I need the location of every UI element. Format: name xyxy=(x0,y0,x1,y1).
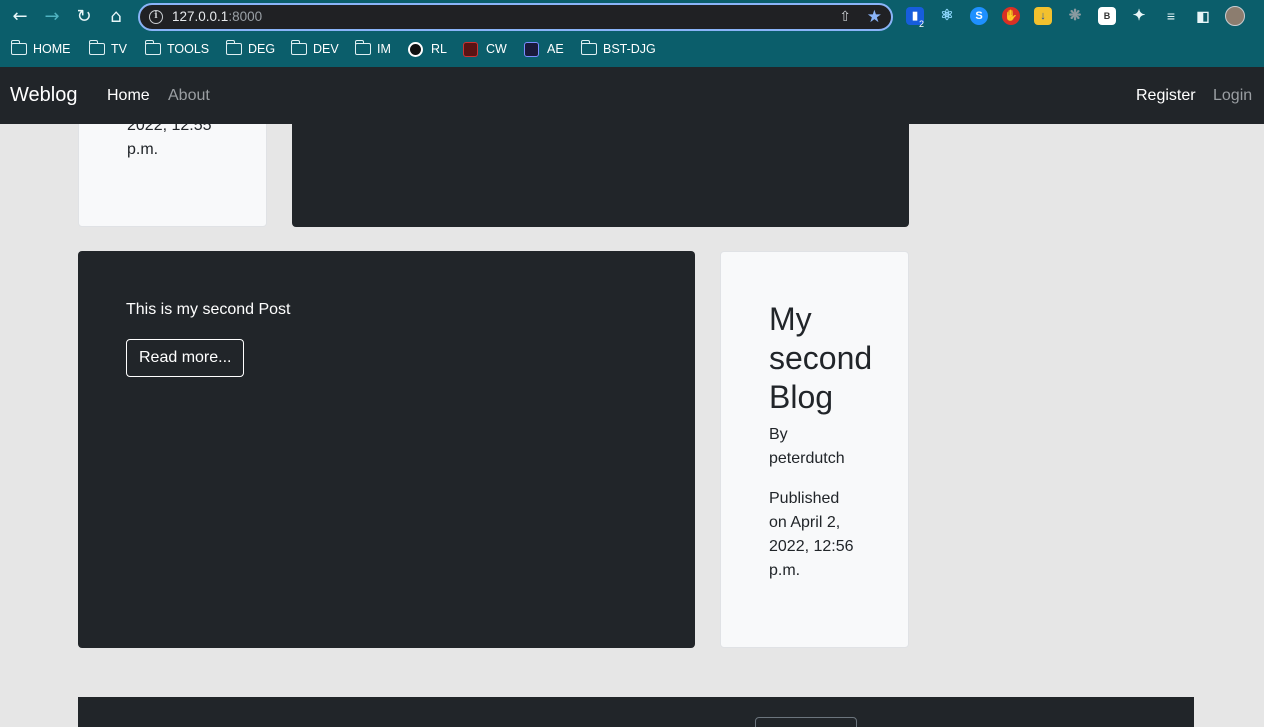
extensions-puzzle-icon[interactable]: ✦ xyxy=(1130,7,1148,25)
bookmark-rl[interactable]: RL xyxy=(408,41,447,57)
post-author: By peterdutch xyxy=(769,423,845,471)
bookmark-label: HOME xyxy=(33,42,71,56)
bookmark-tools[interactable]: TOOLS xyxy=(144,40,210,57)
nav-home[interactable]: Home xyxy=(107,87,150,105)
url-text: 127.0.0.1:8000 xyxy=(172,9,262,24)
bookmark-deg[interactable]: DEG xyxy=(225,40,276,57)
date-line: p.m. xyxy=(127,141,159,158)
folder-icon xyxy=(144,40,161,55)
folder-icon xyxy=(580,40,597,55)
forward-arrow-icon[interactable]: → xyxy=(40,5,64,29)
folder-icon xyxy=(10,40,27,55)
brand-logo[interactable]: Weblog xyxy=(10,84,77,107)
folder-icon xyxy=(225,40,242,55)
bookmark-label: DEG xyxy=(248,42,276,56)
bookmarks-bar: HOME TV TOOLS DEG DEV IM RL CW AE BST-DJ… xyxy=(0,37,1264,61)
title-line: My xyxy=(769,301,812,337)
date-line: 2022, 12:56 xyxy=(769,538,854,555)
b-extension-icon[interactable]: B xyxy=(1098,7,1116,25)
bookmark-label: TV xyxy=(111,42,127,56)
by-label: By xyxy=(769,426,788,443)
footer-button[interactable] xyxy=(755,717,857,727)
nav-register[interactable]: Register xyxy=(1136,87,1196,105)
reading-list-icon[interactable]: ≡ xyxy=(1162,7,1180,25)
folder-icon xyxy=(290,40,307,55)
site-navbar: Weblog Home About Register Login xyxy=(0,67,1264,124)
read-more-button[interactable]: Read more... xyxy=(126,339,245,377)
bookmark-label: RL xyxy=(431,42,447,56)
post-published-date: Published on April 2, 2022, 12:56 p.m. xyxy=(769,487,854,583)
bookmark-label: BST-DJG xyxy=(603,42,656,56)
title-line: Blog xyxy=(769,379,834,415)
date-line: Published xyxy=(769,490,840,507)
url-host: 127.0.0.1 xyxy=(172,9,229,24)
post-excerpt: This is my second Post xyxy=(126,301,291,318)
bookmark-label: DEV xyxy=(313,42,339,56)
address-bar[interactable]: i 127.0.0.1:8000 ⇧ ★ xyxy=(138,3,893,31)
bookmark-ae[interactable]: AE xyxy=(524,41,564,57)
url-port: :8000 xyxy=(228,9,263,24)
date-line: p.m. xyxy=(769,562,801,579)
adblock-hand-icon[interactable]: ✋ xyxy=(1002,7,1020,25)
back-arrow-icon[interactable]: ← xyxy=(8,5,32,29)
rl-favicon-icon xyxy=(408,41,423,57)
author-name: peterdutch xyxy=(769,450,845,467)
ae-favicon-icon xyxy=(524,41,539,57)
bookmark-im[interactable]: IM xyxy=(354,40,391,57)
share-icon[interactable]: ⇧ xyxy=(839,9,851,25)
bookmark-star-icon[interactable]: ★ xyxy=(867,7,882,27)
cw-favicon-icon xyxy=(463,41,478,57)
bookmark-dev[interactable]: DEV xyxy=(290,40,339,57)
bookmark-tv[interactable]: TV xyxy=(88,40,127,57)
react-devtools-icon[interactable]: ⚛ xyxy=(938,7,956,25)
download-extension-icon[interactable]: ↓ xyxy=(1034,7,1052,25)
post-meta-card: My second Blog By peterdutch Published o… xyxy=(720,251,909,648)
bookmark-label: AE xyxy=(547,42,564,56)
bookmark-bst-djg[interactable]: BST-DJG xyxy=(580,40,656,57)
bookmark-cw[interactable]: CW xyxy=(463,41,507,57)
post-title[interactable]: My second Blog xyxy=(769,300,872,417)
date-line: on April 2, xyxy=(769,514,841,531)
folder-icon xyxy=(88,40,105,55)
home-icon[interactable]: ⌂ xyxy=(104,5,128,29)
profile-avatar[interactable] xyxy=(1225,6,1245,26)
side-panel-icon[interactable]: ◧ xyxy=(1194,7,1212,25)
page-footer xyxy=(78,697,1194,727)
folder-icon xyxy=(354,40,371,55)
shazam-extension-icon[interactable]: S xyxy=(970,7,988,25)
settings-gear-icon[interactable]: ❋ xyxy=(1066,7,1084,25)
nav-about[interactable]: About xyxy=(168,87,210,105)
bookmark-label: CW xyxy=(486,42,507,56)
bookmark-label: IM xyxy=(377,42,391,56)
post-body-card: This is my second Post Read more... xyxy=(78,251,695,648)
extension-badge: 2 xyxy=(919,19,925,29)
bookmark-label: TOOLS xyxy=(167,42,210,56)
bookmark-home[interactable]: HOME xyxy=(10,40,71,57)
title-line: second xyxy=(769,340,873,376)
browser-toolbar: ← → ↻ ⌂ i 127.0.0.1:8000 ⇧ ★ ▮ 2 ⚛ S ✋ ↓… xyxy=(0,0,1264,67)
site-info-icon[interactable]: i xyxy=(149,10,163,24)
nav-login[interactable]: Login xyxy=(1213,87,1252,105)
reload-icon[interactable]: ↻ xyxy=(72,5,96,29)
